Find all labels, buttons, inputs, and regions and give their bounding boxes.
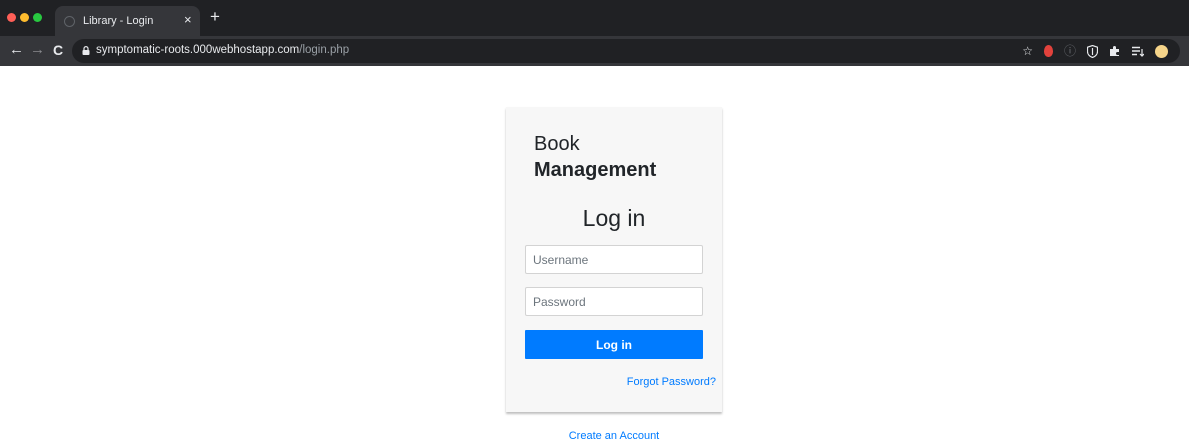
- brand-line-1: Book: [534, 133, 580, 155]
- browser-tab[interactable]: Library - Login ×: [55, 6, 200, 36]
- password-input[interactable]: [525, 287, 703, 316]
- username-input[interactable]: [525, 245, 703, 274]
- window-zoom-button[interactable]: [33, 13, 42, 22]
- tab-loading-icon: [64, 16, 75, 27]
- login-heading: Log in: [582, 205, 646, 231]
- url-path: /login.php: [299, 44, 350, 56]
- address-bar[interactable]: symptomatic-roots.000webhostapp.com/logi…: [72, 39, 1180, 63]
- browser-toolbar: ← → C symptomatic-roots.000webhostapp.co…: [0, 36, 1189, 66]
- info-icon[interactable]: ⓘ: [1064, 44, 1076, 58]
- brand-line-2: Management: [534, 159, 657, 181]
- star-icon[interactable]: ☆: [1022, 44, 1033, 58]
- create-account-link[interactable]: Create an Account: [506, 430, 722, 442]
- toolbar-icons: ☆ ⓘ: [1022, 44, 1168, 58]
- reading-list-icon[interactable]: [1132, 46, 1144, 57]
- browser-tab-bar: Library - Login × +: [0, 0, 1189, 36]
- lock-icon: [82, 46, 90, 55]
- shield-icon[interactable]: [1087, 44, 1098, 58]
- tab-close-icon[interactable]: ×: [184, 13, 192, 27]
- reload-icon[interactable]: C: [53, 42, 63, 58]
- window-minimize-button[interactable]: [20, 13, 29, 22]
- extension-red-icon[interactable]: [1043, 45, 1053, 57]
- tab-title: Library - Login: [83, 15, 154, 27]
- login-card: Book Management Log in Log in Forgot Pas…: [506, 107, 722, 412]
- forward-icon[interactable]: →: [30, 42, 45, 58]
- back-icon[interactable]: ←: [9, 42, 24, 58]
- puzzle-icon[interactable]: [1109, 45, 1121, 57]
- url-text: symptomatic-roots.000webhostapp.com/logi…: [96, 44, 349, 56]
- new-tab-button[interactable]: +: [210, 8, 220, 26]
- brand-title: Book Management: [534, 131, 656, 183]
- window-close-button[interactable]: [7, 13, 16, 22]
- url-host: symptomatic-roots.000webhostapp.com: [96, 44, 300, 56]
- profile-avatar[interactable]: [1155, 44, 1168, 58]
- login-button[interactable]: Log in: [525, 330, 703, 359]
- forgot-password-link[interactable]: Forgot Password?: [627, 376, 716, 388]
